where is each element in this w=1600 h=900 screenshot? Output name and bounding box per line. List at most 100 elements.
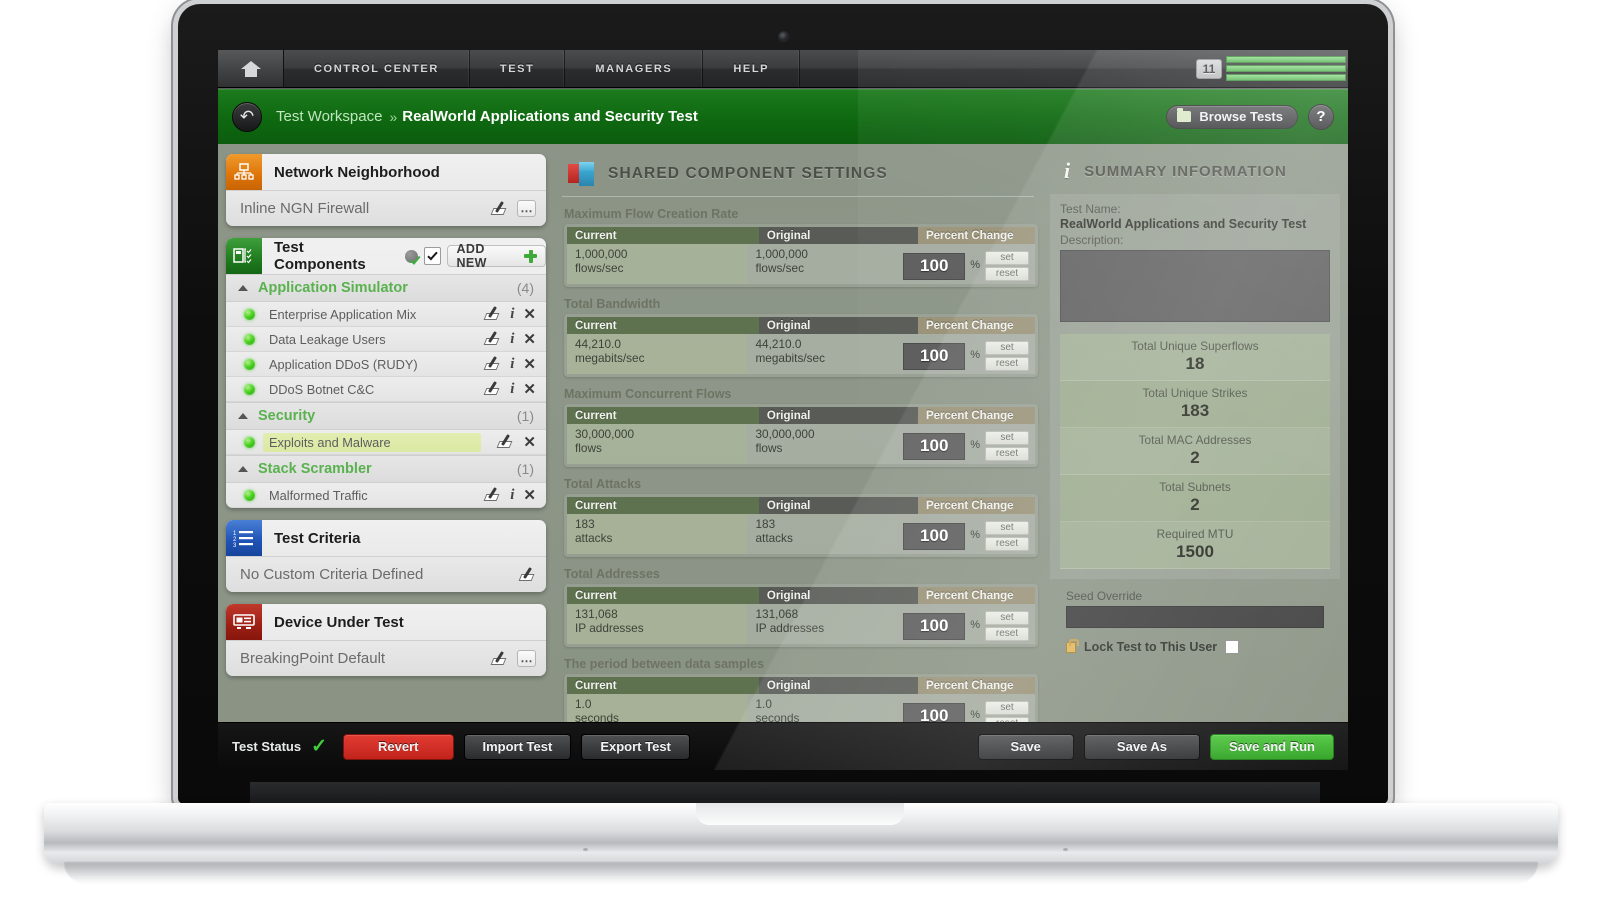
description-textarea[interactable] — [1060, 250, 1330, 322]
folder-icon — [1177, 108, 1192, 122]
stat-value: 18 — [1185, 354, 1205, 373]
close-icon[interactable]: ✕ — [523, 307, 536, 322]
close-icon[interactable]: ✕ — [523, 357, 536, 372]
reset-button[interactable]: reset — [985, 537, 1029, 551]
save-and-run-button[interactable]: Save and Run — [1210, 733, 1334, 760]
set-button[interactable]: set — [985, 701, 1029, 715]
seed-override-input[interactable] — [1066, 606, 1324, 628]
column-header-original: Original — [758, 497, 918, 514]
info-icon[interactable]: i — [510, 356, 514, 372]
help-button[interactable]: ? — [1308, 103, 1334, 130]
stat-total-unique-superflows: Total Unique Superflows 18 — [1060, 334, 1330, 381]
list-item[interactable]: Enterprise Application Mix i ✕ — [226, 302, 546, 327]
seed-override-label: Seed Override — [1066, 589, 1143, 603]
component-group-header[interactable]: Security (1) — [226, 402, 546, 430]
info-icon[interactable]: i — [510, 306, 514, 322]
reset-button[interactable]: reset — [985, 267, 1029, 281]
laptop-foot — [64, 862, 1538, 884]
reset-button[interactable]: reset — [985, 447, 1029, 461]
device-under-test-row[interactable]: BreakingPoint Default ⋯ — [226, 640, 546, 676]
reset-button[interactable]: reset — [985, 627, 1029, 641]
settings-list[interactable]: Maximum Flow Creation Rate Current Origi… — [554, 207, 1042, 722]
cell-original: 1,000,000 flows/sec — [747, 244, 898, 284]
list-item[interactable]: Data Leakage Users i ✕ — [226, 327, 546, 352]
set-button[interactable]: set — [985, 341, 1029, 355]
percent-actions: set reset — [985, 521, 1029, 551]
current-value: 30,000,000 — [575, 427, 635, 441]
list-item[interactable]: DDoS Botnet C&C i ✕ — [226, 377, 546, 402]
description-label: Description: — [1060, 233, 1124, 247]
close-icon[interactable]: ✕ — [523, 488, 536, 503]
import-test-button[interactable]: Import Test — [463, 733, 572, 760]
page-title-bar: ↶ Test Workspace » RealWorld Application… — [218, 88, 1348, 144]
select-all-checkbox[interactable] — [423, 247, 442, 265]
edit-icon[interactable] — [490, 200, 508, 216]
nav-item-help[interactable]: HELP — [703, 50, 801, 87]
edit-icon[interactable] — [483, 381, 501, 396]
edit-icon[interactable] — [518, 566, 536, 582]
save-button[interactable]: Save — [977, 733, 1074, 760]
table-row: 131,068 IP addresses 131,068 IP addresse… — [567, 604, 1035, 644]
export-test-button[interactable]: Export Test — [581, 733, 690, 760]
more-options-icon[interactable]: ⋯ — [517, 200, 536, 217]
stat-value: 183 — [1180, 401, 1210, 420]
notification-badge[interactable]: 11 — [1196, 58, 1222, 79]
original-unit: flows — [755, 440, 783, 455]
cell-percent-change: 100 % set reset — [897, 604, 1035, 644]
info-icon[interactable]: i — [510, 381, 514, 397]
home-button[interactable] — [218, 50, 284, 87]
row-actions: i ✕ — [483, 381, 536, 397]
component-group-header[interactable]: Stack Scrambler (1) — [226, 455, 546, 483]
network-neighborhood-row[interactable]: Inline NGN Firewall ⋯ — [226, 190, 546, 226]
panel-test-criteria: 1 2 3 Test Criteria No Custom Criteria D… — [226, 520, 546, 592]
list-item[interactable]: Application DDoS (RUDY) i ✕ — [226, 352, 546, 377]
close-icon[interactable]: ✕ — [523, 382, 536, 397]
edit-icon[interactable] — [483, 331, 501, 346]
edit-icon[interactable] — [483, 487, 501, 502]
save-as-button[interactable]: Save As — [1083, 733, 1201, 760]
panel-title: Test Criteria — [274, 529, 361, 547]
nav-item-managers[interactable]: MANAGERS — [565, 50, 704, 87]
column-header-current: Current — [567, 317, 759, 334]
status-dot-icon[interactable] — [405, 249, 418, 263]
browse-tests-button[interactable]: Browse Tests — [1166, 104, 1298, 129]
set-button[interactable]: set — [985, 611, 1029, 625]
nav-item-control-center[interactable]: CONTROL CENTER — [284, 50, 470, 87]
percent-change-input[interactable]: 100 — [903, 702, 966, 722]
percent-actions: set reset — [985, 611, 1029, 641]
breadcrumb-root[interactable]: Test Workspace — [276, 108, 382, 125]
percent-sign: % — [970, 349, 980, 362]
close-icon[interactable]: ✕ — [523, 435, 536, 450]
set-button[interactable]: set — [985, 251, 1029, 265]
add-new-button[interactable]: ADD NEW — [447, 242, 546, 270]
percent-change-input[interactable]: 100 — [903, 522, 966, 550]
percent-change-input[interactable]: 100 — [903, 252, 966, 280]
meter-bar — [1226, 56, 1346, 63]
edit-icon[interactable] — [483, 306, 501, 321]
list-item-selected[interactable]: Exploits and Malware ✕ — [226, 430, 546, 455]
setting-table: Current Original Percent Change 131,068 … — [564, 584, 1038, 647]
back-button[interactable]: ↶ — [232, 101, 262, 132]
nav-item-test[interactable]: TEST — [470, 50, 566, 87]
percent-change-input[interactable]: 100 — [903, 432, 966, 460]
edit-icon[interactable] — [490, 650, 508, 666]
set-button[interactable]: set — [985, 521, 1029, 535]
info-icon[interactable]: i — [510, 331, 514, 347]
more-options-icon[interactable]: ⋯ — [517, 650, 536, 667]
component-group-header[interactable]: Application Simulator (4) — [226, 274, 546, 302]
column-header-original: Original — [758, 227, 918, 244]
test-criteria-row[interactable]: No Custom Criteria Defined — [226, 556, 546, 592]
edit-icon[interactable] — [497, 434, 514, 449]
edit-icon[interactable] — [483, 356, 501, 371]
revert-button[interactable]: Revert — [343, 733, 454, 760]
lock-test-checkbox[interactable] — [1225, 640, 1240, 654]
info-icon[interactable]: i — [510, 487, 514, 503]
setting-group: Maximum Flow Creation Rate Current Origi… — [564, 207, 1038, 287]
list-item[interactable]: Malformed Traffic i ✕ — [226, 483, 546, 508]
reset-button[interactable]: reset — [985, 357, 1029, 371]
set-button[interactable]: set — [985, 431, 1029, 445]
percent-change-input[interactable]: 100 — [903, 612, 966, 640]
close-icon[interactable]: ✕ — [523, 332, 536, 347]
setting-label: Maximum Flow Creation Rate — [564, 207, 739, 221]
percent-change-input[interactable]: 100 — [903, 342, 966, 370]
